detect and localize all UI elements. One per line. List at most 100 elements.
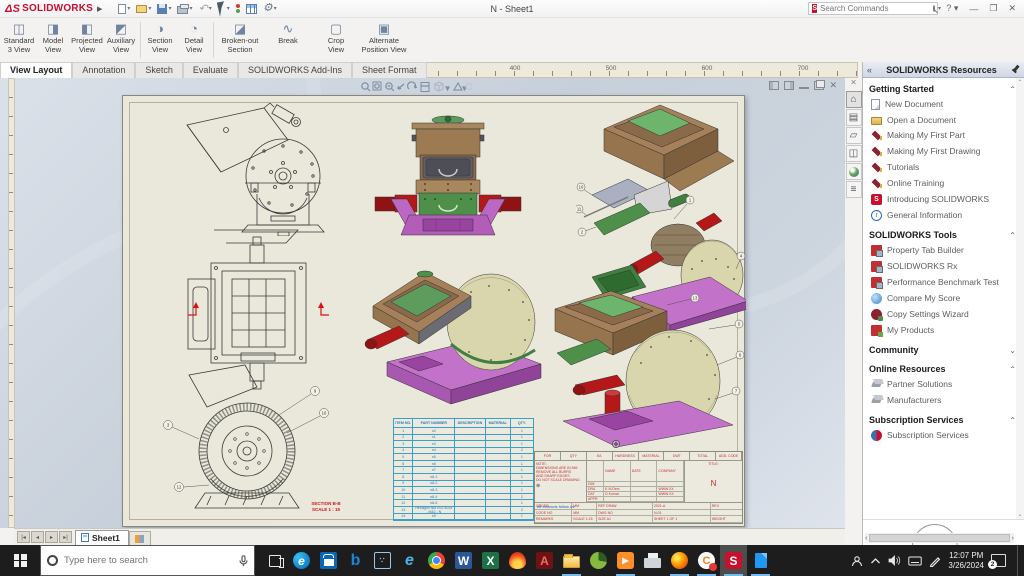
taskbar-app-icon[interactable]: A	[531, 545, 558, 576]
taskbar-app-icon[interactable]	[504, 545, 531, 576]
title-block[interactable]: FORQTYEAHARDNESSMATERIALDWTTOTALADD. COD…	[534, 451, 743, 524]
pin-icon[interactable]	[1011, 65, 1020, 74]
start-button[interactable]	[0, 545, 40, 576]
drawing-view-shaded-front[interactable]	[373, 111, 523, 236]
doc-minimize-icon[interactable]	[799, 82, 809, 89]
taskpane-item[interactable]: New Document	[869, 96, 1016, 112]
bom-row[interactable]: 10 n8-3 1	[394, 487, 533, 494]
commandmanager-tab[interactable]: Sheet Format	[352, 62, 427, 78]
heads-up-view-toolbar[interactable]: ▾ ▾	[360, 81, 472, 94]
horizontal-scrollbar[interactable]: ‹›	[865, 533, 1014, 543]
balloon-callout[interactable]	[612, 440, 620, 448]
microphone-icon[interactable]	[239, 555, 248, 567]
taskbar-app-icon[interactable]	[558, 545, 585, 576]
taskbar-app-icon[interactable]	[585, 545, 612, 576]
scrollbar-thumb[interactable]	[869, 534, 1009, 542]
undo-button[interactable]: ↶▾	[196, 3, 213, 15]
ribbon-button[interactable]: ▢ Crop View	[312, 19, 360, 61]
bom-row[interactable]: 13 Hexagon Nut ISO 4034 - M42 - N 2	[394, 507, 533, 514]
bom-row[interactable]: 11 n8-4 2	[394, 494, 533, 501]
bom-row[interactable]: 2 n1 1	[394, 435, 533, 442]
taskbar-app-icon[interactable]	[315, 545, 342, 576]
taskpane-item[interactable]: General Information	[869, 207, 1016, 223]
commandmanager-tab[interactable]: Sketch	[135, 62, 183, 78]
tab-solidworks-resources[interactable]: ⌂	[846, 91, 862, 108]
help-button[interactable]: ? ▾	[943, 3, 961, 14]
command-search-input[interactable]	[820, 4, 930, 13]
save-button[interactable]: ▾	[155, 3, 173, 15]
tab-appearances[interactable]	[846, 163, 862, 180]
bom-row[interactable]: 8 n8-1 1	[394, 474, 533, 481]
pen-tray-icon[interactable]	[929, 555, 941, 567]
close-button[interactable]: ✕	[1005, 3, 1019, 14]
section-header[interactable]: Online Resources⌃	[869, 361, 1016, 376]
select-button[interactable]: ▾	[216, 0, 232, 18]
prev-sheet-button[interactable]: ◂	[31, 531, 44, 543]
section-header[interactable]: Community⌄	[869, 342, 1016, 357]
drawing-sheet[interactable]: 1011214	[122, 95, 745, 527]
taskbar-app-icon[interactable]: ▶	[612, 545, 639, 576]
ribbon-button[interactable]: ▣ Alternate Position View	[360, 19, 408, 61]
tab-view-palette[interactable]: ◫	[846, 145, 862, 162]
taskbar-app-icon[interactable]: b	[342, 545, 369, 576]
restore-button[interactable]: ❐	[986, 3, 1000, 14]
tab-custom-properties[interactable]: ≡	[846, 181, 862, 198]
scroll-down-icon[interactable]: ⌄	[1017, 511, 1022, 518]
rebuild-button[interactable]	[234, 3, 242, 14]
taskbar-app-icon[interactable]: C	[693, 545, 720, 576]
taskpane-item[interactable]: Compare My Score	[869, 290, 1016, 306]
ribbon-button[interactable]: ◩ Auxiliary View	[104, 19, 138, 61]
speaker-icon[interactable]	[888, 555, 901, 566]
section-header[interactable]: SOLIDWORKS Tools⌃	[869, 227, 1016, 242]
bom-row[interactable]: 14 n9 1	[394, 514, 533, 521]
taskpane-item[interactable]: Online Training	[869, 175, 1016, 191]
ribbon-button[interactable]: ◫ Standard 3 View	[2, 19, 36, 61]
commandmanager-tab[interactable]: Evaluate	[183, 62, 238, 78]
taskbar-app-icon[interactable]: e	[288, 545, 315, 576]
tab-file-explorer[interactable]: ▱	[846, 127, 862, 144]
first-sheet-button[interactable]: |◂	[17, 531, 30, 543]
print-button[interactable]: ▾	[175, 3, 194, 15]
scroll-up-icon[interactable]: ⌃	[1017, 79, 1022, 86]
file-properties-button[interactable]	[244, 3, 259, 15]
people-tray-icon[interactable]	[851, 555, 863, 567]
open-document-button[interactable]: ▾	[134, 4, 153, 14]
bom-row[interactable]: 9 n8-2 1	[394, 481, 533, 488]
notification-center-icon[interactable]: 2	[991, 554, 1006, 567]
bom-row[interactable]: 12 n8-5 1	[394, 500, 533, 507]
taskbar-app-icon[interactable]	[747, 545, 774, 576]
ribbon-button[interactable]: ◔ Detail View	[177, 19, 211, 61]
section-header[interactable]: Subscription Services⌃	[869, 412, 1016, 427]
windows-search-input[interactable]	[64, 555, 233, 566]
drawing-view-front[interactable]	[171, 101, 366, 236]
split-pane-icon[interactable]	[769, 81, 779, 90]
search-icon[interactable]	[933, 5, 935, 12]
drawing-view-assembled-iso[interactable]	[359, 244, 551, 411]
options-button[interactable]: ⚙▾	[261, 2, 279, 15]
ribbon-button[interactable]: ∿ Break	[264, 19, 312, 61]
taskpane-item[interactable]: Making My First Part	[869, 127, 1016, 143]
task-pane-scrollbar[interactable]: ⌃⌄	[1016, 78, 1024, 519]
taskpane-item[interactable]: Partner Solutions	[869, 376, 1016, 392]
taskbar-app-icon[interactable]	[639, 545, 666, 576]
commandmanager-tab[interactable]: View Layout	[0, 62, 72, 78]
doc-restore-icon[interactable]	[814, 81, 824, 90]
scroll-right-icon[interactable]: ›	[1012, 535, 1014, 542]
section-header[interactable]: Getting Started⌃	[869, 81, 1016, 96]
scroll-left-icon[interactable]: ‹	[865, 535, 867, 542]
sheet-tab-sheet1[interactable]: Sheet1	[75, 530, 129, 545]
new-document-button[interactable]: ▾	[116, 3, 132, 15]
taskpane-item[interactable]: Manufacturers	[869, 392, 1016, 408]
ribbon-button[interactable]: ◑ Section View	[143, 19, 177, 61]
bom-table[interactable]: ITEM NO. PART NUMBER DESCRIPTION MATERIA…	[393, 418, 534, 521]
bom-row[interactable]: 3 n3 1	[394, 441, 533, 448]
split-pane2-icon[interactable]	[784, 81, 794, 90]
taskpane-item[interactable]: Copy Settings Wizard	[869, 306, 1016, 322]
ribbon-button[interactable]: ◪ Broken-out Section	[216, 19, 264, 61]
next-sheet-button[interactable]: ▸	[45, 531, 58, 543]
bom-row[interactable]: 7 n7 1	[394, 467, 533, 474]
taskbar-clock[interactable]: 12:07 PM 3/26/2024	[948, 551, 984, 571]
doc-close-icon[interactable]: ✕	[829, 80, 837, 91]
show-desktop-sliver[interactable]	[1017, 545, 1021, 576]
commandmanager-tab[interactable]: Annotation	[72, 62, 135, 78]
